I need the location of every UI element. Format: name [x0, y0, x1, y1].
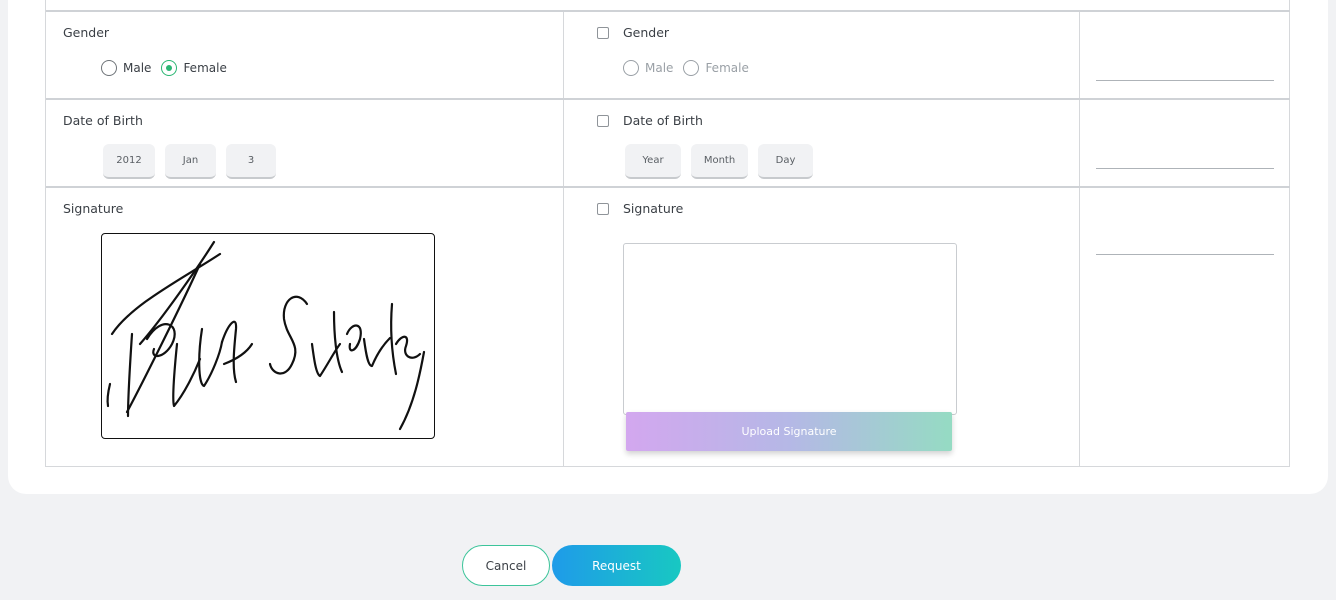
dob-label: Date of Birth — [63, 113, 143, 128]
signature-upload-dropzone[interactable] — [623, 243, 957, 415]
gender-edit-male-radio[interactable]: Male — [623, 60, 673, 76]
dob-day-select[interactable]: 3 — [226, 144, 276, 179]
gender-comment-field[interactable] — [1096, 80, 1274, 81]
gender-edit-checkbox[interactable] — [597, 27, 609, 39]
signature-edit-cell: Signature Upload Signature — [564, 188, 1080, 467]
gender-edit-female-radio[interactable]: Female — [683, 60, 749, 76]
dob-edit-checkbox[interactable] — [597, 115, 609, 127]
gender-male-radio[interactable]: Male — [101, 60, 151, 76]
gender-female-label: Female — [183, 61, 227, 75]
signature-edit-label: Signature — [623, 201, 684, 216]
gender-female-radio[interactable]: Female — [161, 60, 227, 76]
signature-row: Signature Signature Upload Signature — [46, 186, 1290, 467]
gender-comment-cell — [1080, 12, 1290, 98]
dob-year-select[interactable]: 2012 — [103, 144, 155, 179]
dob-comment-cell — [1080, 100, 1290, 186]
handwritten-signature-icon — [106, 240, 426, 431]
signature-edit-checkbox[interactable] — [597, 203, 609, 215]
dob-edit-month-select[interactable]: Month — [691, 144, 748, 179]
dob-row: Date of Birth 2012 Jan 3 Date of Birth Y… — [46, 98, 1290, 186]
dob-edit-label: Date of Birth — [623, 113, 703, 128]
dob-month-select[interactable]: Jan — [165, 144, 216, 179]
gender-label: Gender — [63, 25, 110, 40]
dob-comment-field[interactable] — [1096, 168, 1274, 169]
gender-edit-label: Gender — [623, 25, 670, 40]
cancel-button[interactable]: Cancel — [462, 545, 550, 586]
signature-image — [101, 233, 435, 439]
radio-unchecked-icon — [101, 60, 117, 76]
gender-edit-female-label: Female — [705, 61, 749, 75]
radio-unchecked-icon — [623, 60, 639, 76]
signature-label: Signature — [63, 201, 124, 216]
radio-unchecked-icon — [683, 60, 700, 76]
signature-comment-cell — [1080, 188, 1290, 467]
signature-current-cell: Signature — [46, 188, 564, 467]
gender-male-label: Male — [123, 61, 152, 75]
dob-edit-selects: Year Month Day — [625, 144, 823, 179]
radio-checked-icon — [161, 60, 178, 76]
signature-comment-field[interactable] — [1096, 254, 1274, 255]
dob-edit-day-select[interactable]: Day — [758, 144, 813, 179]
gender-edit-cell: Gender Male Female — [564, 12, 1080, 98]
gender-radio-group: Male Female — [101, 60, 237, 76]
gender-row: Gender Male Female Gender Male Female — [46, 10, 1290, 98]
gender-edit-male-label: Male — [645, 61, 674, 75]
gender-current-cell: Gender Male Female — [46, 12, 564, 98]
upload-signature-button[interactable]: Upload Signature — [626, 412, 952, 451]
dob-current-cell: Date of Birth 2012 Jan 3 — [46, 100, 564, 186]
gender-edit-radio-group: Male Female — [623, 60, 759, 76]
comparison-table: Gender Male Female Gender Male Female Da… — [45, 0, 1290, 467]
dob-selects: 2012 Jan 3 — [103, 144, 286, 179]
request-button[interactable]: Request — [552, 545, 681, 586]
dob-edit-year-select[interactable]: Year — [625, 144, 681, 179]
dob-edit-cell: Date of Birth Year Month Day — [564, 100, 1080, 186]
